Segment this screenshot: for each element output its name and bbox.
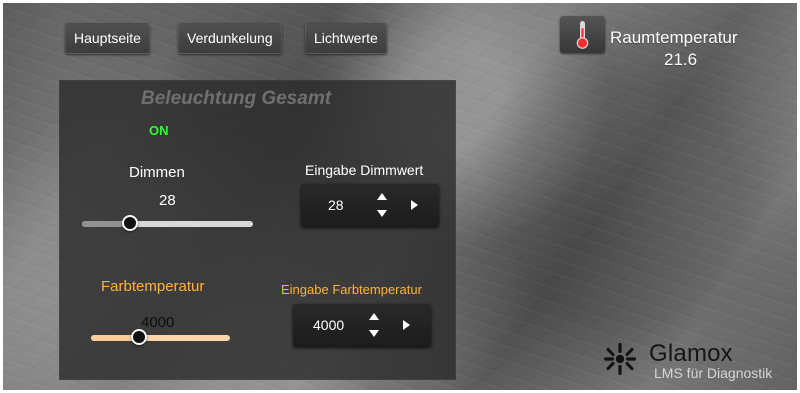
- room-temperature-value: 21.6: [664, 50, 698, 69]
- triangle-right-icon[interactable]: [403, 320, 410, 330]
- triangle-down-icon[interactable]: [369, 330, 379, 337]
- glamox-logo-icon: [604, 343, 636, 375]
- color-temperature-label: Farbtemperatur: [101, 278, 205, 295]
- nav-button-hauptseite[interactable]: Hauptseite: [65, 23, 150, 54]
- room-temperature-label: Raumtemperatur: [610, 28, 738, 47]
- dimming-label: Dimmen: [129, 164, 185, 181]
- dimming-slider-thumb[interactable]: [121, 215, 138, 231]
- color-temperature-slider[interactable]: [91, 329, 230, 347]
- nav-button-verdunkelung[interactable]: Verdunkelung: [178, 23, 282, 54]
- triangle-right-icon[interactable]: [411, 200, 418, 210]
- glamox-logo: Glamox LMS für Diagnostik: [603, 340, 793, 385]
- brand-subtitle: LMS für Diagnostik: [654, 365, 773, 381]
- application-screen: Hauptseite Verdunkelung Lichtwerte Raumt…: [3, 3, 797, 390]
- lighting-control-panel: Beleuchtung Gesamt ON Dimmen 28 Eingabe …: [59, 80, 456, 380]
- color-temperature-input-label: Eingabe Farbtemperatur: [281, 282, 422, 297]
- brand-name: Glamox: [649, 340, 733, 367]
- lighting-status: ON: [149, 123, 169, 138]
- dimming-input-label: Eingabe Dimmwert: [305, 162, 424, 178]
- triangle-down-icon[interactable]: [377, 210, 387, 217]
- color-temperature-input-spinner[interactable]: 4000: [293, 304, 431, 347]
- color-temperature-input-value: 4000: [313, 317, 345, 333]
- dimming-input-spinner[interactable]: 28: [301, 184, 439, 227]
- triangle-up-icon[interactable]: [377, 193, 387, 200]
- nav-button-lichtwerte[interactable]: Lichtwerte: [305, 23, 387, 54]
- lighting-panel-title: Beleuchtung Gesamt: [141, 88, 332, 109]
- dimming-value: 28: [159, 192, 176, 209]
- color-temperature-slider-thumb[interactable]: [130, 329, 147, 345]
- dimming-input-value: 28: [328, 197, 344, 213]
- triangle-up-icon[interactable]: [369, 313, 379, 320]
- thermometer-icon: [560, 16, 605, 53]
- dimming-slider[interactable]: [82, 215, 253, 233]
